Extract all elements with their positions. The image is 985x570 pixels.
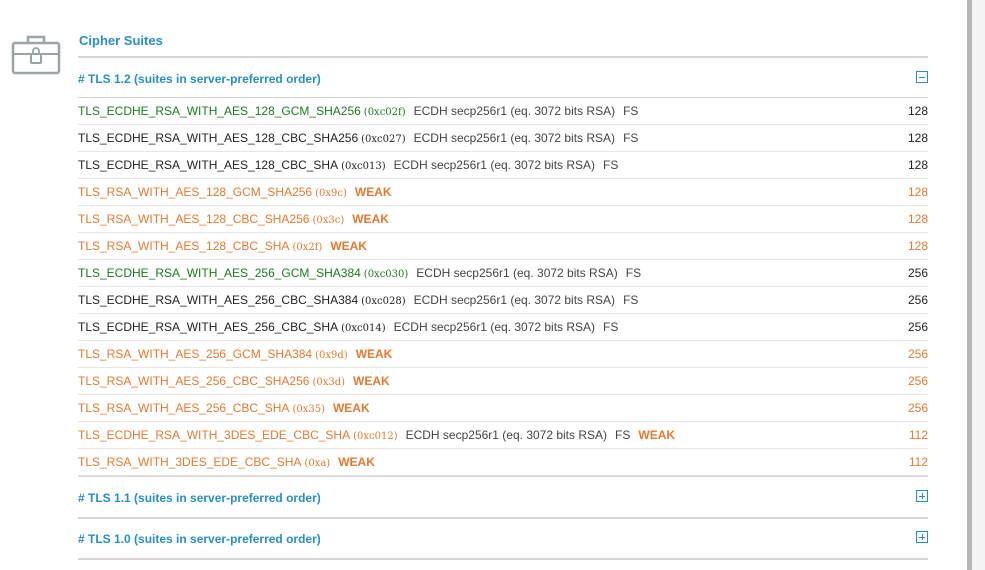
- key-bits: 256: [907, 266, 928, 280]
- briefcase-lock-icon: [11, 35, 61, 75]
- group-tls10-header[interactable]: # TLS 1.0 (suites in server-preferred or…: [78, 522, 928, 558]
- group-divider: [78, 517, 928, 519]
- suite-row: TLS_ECDHE_RSA_WITH_AES_128_CBC_SHA256 (0x…: [78, 125, 928, 152]
- suite-row: TLS_RSA_WITH_AES_256_GCM_SHA384 (0x9d) WEA…: [78, 341, 928, 368]
- key-bits: 256: [907, 320, 928, 334]
- weak-badge: WEAK: [330, 239, 367, 253]
- forward-secrecy-label: FS: [623, 104, 639, 118]
- key-exchange: ECDH secp256r1 (eq. 3072 bits RSA): [405, 428, 608, 442]
- suite-hex-code: (0x9c): [315, 188, 347, 199]
- forward-secrecy-label: FS: [623, 293, 639, 307]
- suite-hex-code: (0xc014): [341, 323, 386, 334]
- key-bits: 112: [908, 428, 928, 442]
- suite-row: TLS_ECDHE_RSA_WITH_AES_128_GCM_SHA256 (0x…: [78, 98, 928, 125]
- weak-badge: WEAK: [338, 455, 375, 469]
- weak-badge: WEAK: [354, 185, 392, 199]
- key-exchange: ECDH secp256r1 (eq. 3072 bits RSA): [413, 293, 616, 307]
- suite-hex-code: (0xa): [304, 458, 331, 469]
- suite-row: TLS_ECDHE_RSA_WITH_AES_256_GCM_SHA384 (0x…: [78, 260, 928, 287]
- forward-secrecy-label: FS: [603, 158, 619, 172]
- suite-name: TLS_ECDHE_RSA_WITH_AES_128_GCM_SHA256: [78, 104, 361, 118]
- suite-hex-code: (0x3c): [312, 215, 345, 226]
- suite-row: TLS_RSA_WITH_AES_128_CBC_SHA256 (0x3c) WEA…: [78, 206, 928, 233]
- suite-row: TLS_RSA_WITH_AES_128_CBC_SHA (0x2f) WEAK 12…: [78, 233, 928, 260]
- suite-row: TLS_RSA_WITH_AES_256_CBC_SHA (0x35) WEAK 25…: [78, 395, 928, 422]
- section-divider: [78, 56, 928, 58]
- group-tls12-title: # TLS 1.2 (suites in server-preferred or…: [78, 72, 321, 86]
- key-bits: 256: [907, 293, 928, 307]
- suite-row: TLS_ECDHE_RSA_WITH_AES_256_CBC_SHA384 (0x…: [78, 287, 928, 314]
- suite-hex-code: (0xc02f): [363, 107, 406, 118]
- key-bits: 256: [907, 347, 928, 361]
- suite-name: TLS_RSA_WITH_3DES_EDE_CBC_SHA: [78, 455, 302, 469]
- suite-row: TLS_RSA_WITH_3DES_EDE_CBC_SHA (0xa) WEAK 11…: [78, 449, 928, 476]
- suite-row: TLS_ECDHE_RSA_WITH_AES_128_CBC_SHA (0xc01…: [78, 152, 928, 179]
- key-exchange: ECDH secp256r1 (eq. 3072 bits RSA): [393, 158, 596, 172]
- group-tls12-header[interactable]: # TLS 1.2 (suites in server-preferred or…: [78, 62, 928, 98]
- key-exchange: ECDH secp256r1 (eq. 3072 bits RSA): [416, 266, 618, 280]
- forward-secrecy-label: FS: [625, 266, 642, 280]
- suite-hex-code: (0xc013): [341, 161, 386, 172]
- group-divider: [78, 558, 928, 560]
- weak-badge: WEAK: [355, 347, 393, 361]
- group-divider: [78, 476, 928, 477]
- suite-name: TLS_ECDHE_RSA_WITH_AES_256_GCM_SHA384: [78, 266, 361, 280]
- key-bits: 128: [907, 158, 928, 172]
- suite-hex-code: (0xc030): [363, 269, 409, 280]
- suite-name: TLS_ECDHE_RSA_WITH_AES_256_CBC_SHA: [78, 320, 339, 334]
- key-bits: 128: [907, 239, 928, 253]
- group-tls11-header[interactable]: # TLS 1.1 (suites in server-preferred or…: [78, 481, 928, 517]
- expand-icon[interactable]: [916, 490, 928, 502]
- suite-row: TLS_ECDHE_RSA_WITH_3DES_EDE_CBC_SHA (0xc0…: [78, 422, 928, 449]
- page-margin: [972, 0, 985, 570]
- suite-name: TLS_RSA_WITH_AES_128_GCM_SHA256: [78, 185, 313, 199]
- group-tls11-title: # TLS 1.1 (suites in server-preferred or…: [78, 491, 321, 505]
- suite-row: TLS_RSA_WITH_AES_256_CBC_SHA256 (0x3d) WEA…: [78, 368, 928, 395]
- section-title: Cipher Suites: [79, 33, 163, 48]
- key-bits: 128: [907, 131, 928, 145]
- suite-name: TLS_ECDHE_RSA_WITH_3DES_EDE_CBC_SHA: [78, 428, 351, 442]
- suite-name: TLS_RSA_WITH_AES_256_CBC_SHA: [78, 401, 290, 415]
- suite-row: TLS_RSA_WITH_AES_128_GCM_SHA256 (0x9c) WEA…: [78, 179, 928, 206]
- suite-hex-code: (0x9d): [315, 350, 348, 361]
- key-bits: 256: [907, 374, 928, 388]
- cipher-suite-list: TLS_ECDHE_RSA_WITH_AES_128_GCM_SHA256 (0x…: [78, 98, 928, 476]
- suite-hex-code: (0x35): [292, 404, 325, 415]
- key-bits: 128: [907, 185, 928, 199]
- suite-name: TLS_RSA_WITH_AES_256_CBC_SHA256: [78, 374, 310, 388]
- collapse-icon[interactable]: [916, 71, 928, 83]
- key-bits: 128: [907, 212, 928, 226]
- suite-name: TLS_RSA_WITH_AES_128_CBC_SHA: [78, 239, 290, 253]
- weak-badge: WEAK: [638, 428, 676, 442]
- suite-hex-code: (0xc012): [353, 431, 398, 442]
- suite-name: TLS_ECDHE_RSA_WITH_AES_128_CBC_SHA: [78, 158, 339, 172]
- suite-name: TLS_ECDHE_RSA_WITH_AES_128_CBC_SHA256: [78, 131, 359, 145]
- suite-name: TLS_ECDHE_RSA_WITH_AES_256_CBC_SHA384: [78, 293, 359, 307]
- suite-name: TLS_RSA_WITH_AES_128_CBC_SHA256: [78, 212, 310, 226]
- suite-hex-code: (0xc027): [361, 134, 406, 145]
- forward-secrecy-label: FS: [603, 320, 619, 334]
- key-exchange: ECDH secp256r1 (eq. 3072 bits RSA): [413, 131, 616, 145]
- key-bits: 112: [908, 455, 928, 469]
- weak-badge: WEAK: [352, 212, 389, 226]
- suite-hex-code: (0x3d): [312, 377, 346, 388]
- key-exchange: ECDH secp256r1 (eq. 3072 bits RSA): [413, 104, 616, 118]
- group-tls10-title: # TLS 1.0 (suites in server-preferred or…: [78, 532, 321, 546]
- key-exchange: ECDH secp256r1 (eq. 3072 bits RSA): [393, 320, 596, 334]
- weak-badge: WEAK: [332, 401, 370, 415]
- forward-secrecy-label: FS: [623, 131, 639, 145]
- weak-badge: WEAK: [353, 374, 390, 388]
- suite-hex-code: (0xc028): [361, 296, 406, 307]
- key-bits: 128: [907, 104, 928, 118]
- expand-icon[interactable]: [916, 531, 928, 543]
- key-bits: 256: [907, 401, 928, 415]
- forward-secrecy-label: FS: [615, 428, 631, 442]
- suite-name: TLS_RSA_WITH_AES_256_GCM_SHA384: [78, 347, 313, 361]
- suite-hex-code: (0x2f): [292, 242, 323, 253]
- suite-row: TLS_ECDHE_RSA_WITH_AES_256_CBC_SHA (0xc01…: [78, 314, 928, 341]
